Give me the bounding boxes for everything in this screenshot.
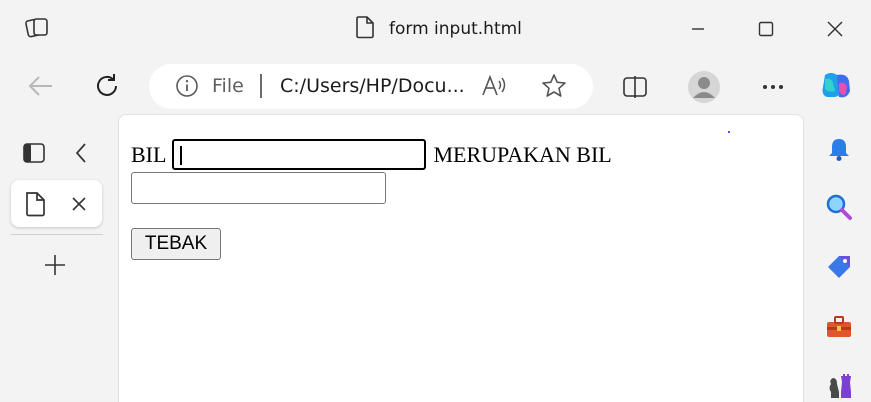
result-input[interactable]: [131, 172, 386, 204]
window-title-text: form input.html: [389, 19, 522, 39]
label-merupakan-bil: MERUPAKAN BIL: [433, 141, 612, 167]
stray-dot: [728, 131, 730, 133]
star-icon[interactable]: [541, 73, 567, 103]
number-input[interactable]: [172, 139, 427, 170]
page-icon: [24, 191, 46, 221]
tab-divider: [11, 234, 103, 235]
copilot-icon[interactable]: [816, 66, 856, 106]
info-icon[interactable]: [175, 74, 199, 102]
back-arrow-icon[interactable]: [26, 71, 56, 101]
minimize-button[interactable]: [683, 14, 713, 44]
text-caret: [180, 146, 182, 165]
address-bar[interactable]: File C:/Users/HP/Docu...: [149, 64, 593, 109]
tab-actions-icon[interactable]: [24, 15, 52, 41]
profile-avatar-icon[interactable]: [686, 69, 721, 104]
title-bar: form input.html: [0, 0, 871, 58]
maximize-button[interactable]: [751, 14, 781, 44]
toolbox-icon[interactable]: [824, 312, 854, 342]
address-scheme: File: [212, 75, 244, 97]
close-icon[interactable]: [69, 194, 89, 218]
address-url[interactable]: C:/Users/HP/Docu...: [280, 75, 465, 97]
close-window-button[interactable]: [820, 14, 850, 44]
vertical-tabs-icon[interactable]: [20, 140, 48, 166]
address-separator: [260, 74, 262, 98]
window-title: form input.html: [355, 16, 522, 42]
tab-item-form-input[interactable]: [11, 180, 102, 227]
label-bil: BIL: [131, 141, 167, 167]
refresh-icon[interactable]: [92, 71, 122, 101]
tebak-button[interactable]: TEBAK: [131, 228, 221, 260]
bell-icon[interactable]: [824, 134, 854, 164]
plus-icon[interactable]: [40, 250, 70, 280]
chess-icon[interactable]: [824, 370, 854, 400]
search-icon[interactable]: [824, 192, 854, 222]
more-dots-icon[interactable]: [758, 72, 788, 102]
right-sidebar: [804, 114, 871, 402]
tag-icon[interactable]: [824, 252, 854, 282]
collapse-chevron-icon[interactable]: [68, 140, 94, 166]
form-row: BIL MERUPAKAN BIL: [131, 139, 612, 170]
split-screen-icon[interactable]: [620, 72, 650, 102]
read-aloud-icon[interactable]: [481, 74, 509, 102]
page-content: BIL MERUPAKAN BIL TEBAK: [118, 114, 804, 402]
page-icon: [355, 15, 375, 43]
